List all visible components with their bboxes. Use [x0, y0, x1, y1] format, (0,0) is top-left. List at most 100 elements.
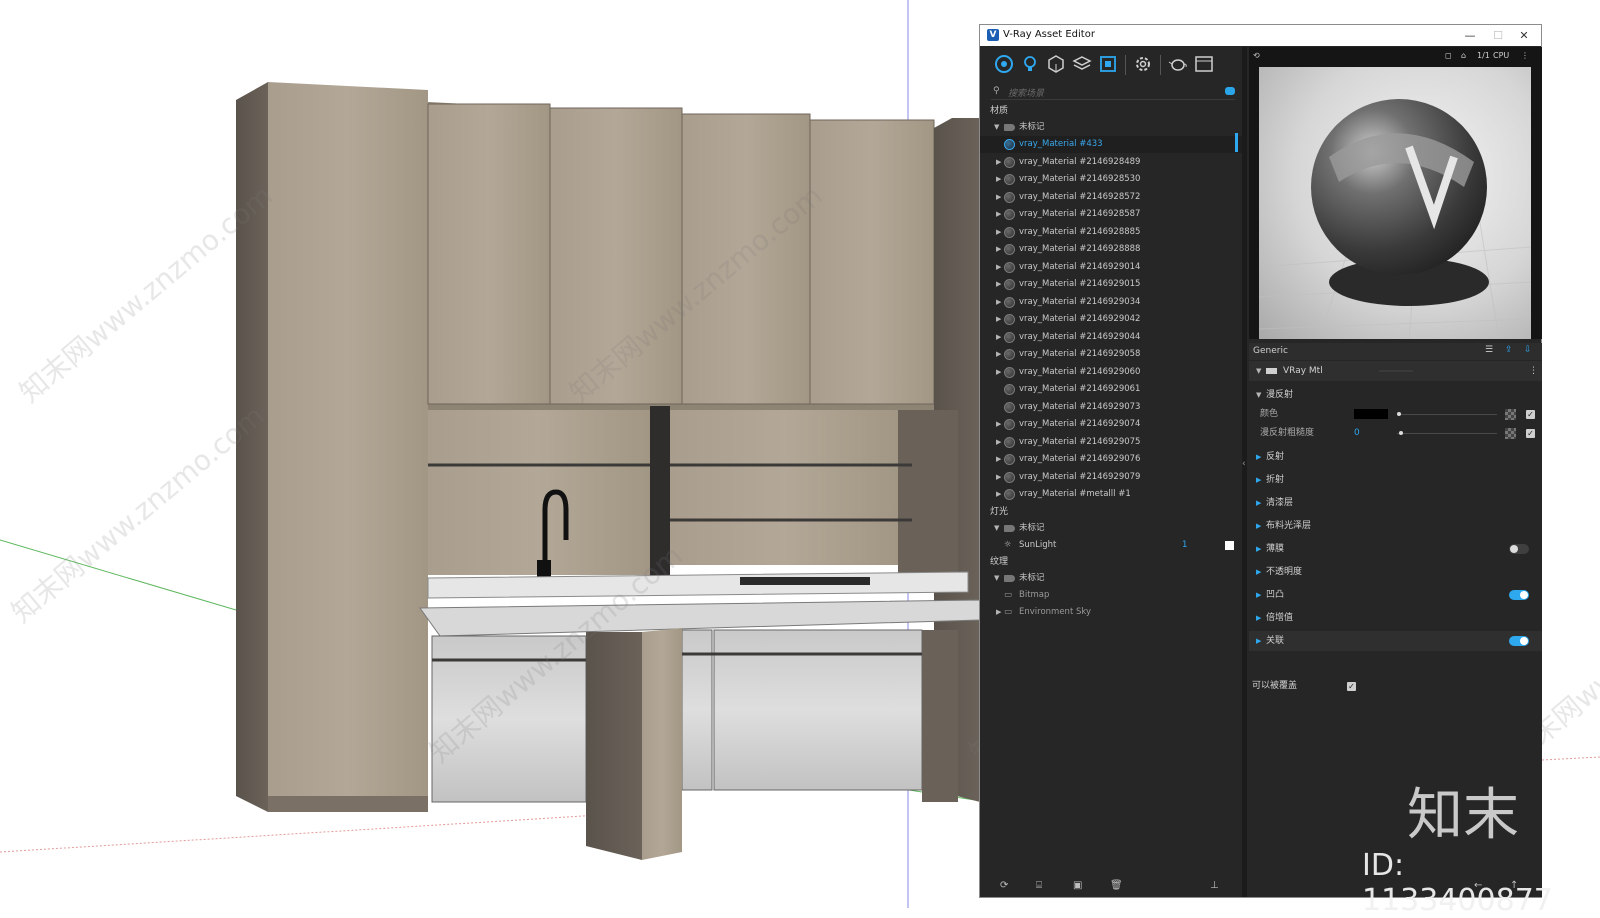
property-section[interactable]: ▶ 倍增值 — [1249, 608, 1542, 628]
color-enable-checkbox[interactable]: ✓ — [1526, 410, 1535, 419]
tree-group[interactable]: ▼ 未标记 — [980, 119, 1242, 136]
material-item[interactable]: ▶ vray_Material #2146928572 — [980, 189, 1242, 206]
texture-slot-icon[interactable] — [1505, 428, 1516, 439]
chevron-right-icon[interactable]: ▶ — [1256, 493, 1261, 513]
chevron-right-icon[interactable]: ▶ — [1256, 447, 1261, 467]
maximize-button[interactable]: ☐ — [1485, 27, 1511, 44]
settings-icon[interactable] — [1131, 52, 1155, 76]
property-section[interactable]: ▶ 不透明度 — [1249, 562, 1542, 582]
chevron-right-icon[interactable]: ▶ — [996, 206, 1001, 223]
chevron-right-icon[interactable]: ▶ — [996, 154, 1001, 171]
material-item[interactable]: ▶ vray_Material #2146929044 — [980, 329, 1242, 346]
chevron-down-icon[interactable]: ▼ — [994, 119, 999, 136]
section-toggle[interactable] — [1509, 544, 1529, 554]
material-item[interactable]: ▶ vray_Material #2146929076 — [980, 451, 1242, 468]
render-elements-icon[interactable] — [1096, 52, 1120, 76]
open-folder-icon[interactable]: ⌸ — [1036, 880, 1042, 891]
tree-group[interactable]: ▼ 未标记 — [980, 570, 1242, 587]
property-section[interactable]: ▶ 薄膜 — [1249, 539, 1542, 559]
roughness-enable-checkbox[interactable]: ✓ — [1526, 429, 1535, 438]
preview-ratio[interactable]: 1/1 — [1477, 51, 1490, 60]
chevron-right-icon[interactable]: ▶ — [996, 329, 1001, 346]
roughness-slider[interactable] — [1397, 433, 1497, 434]
material-item[interactable]: ▶ vray_Material #2146929034 — [980, 294, 1242, 311]
color-slider[interactable] — [1397, 414, 1497, 415]
chevron-right-icon[interactable]: ▶ — [1256, 470, 1261, 490]
chevron-right-icon[interactable]: ▶ — [996, 241, 1001, 258]
preview-stop-icon[interactable]: ◻ — [1445, 51, 1452, 60]
chevron-right-icon[interactable]: ▶ — [1256, 539, 1261, 559]
import-icon[interactable]: ⇪ — [1505, 345, 1513, 355]
chevron-down-icon[interactable]: ▼ — [1256, 361, 1261, 381]
material-item[interactable]: ▶ vray_Material #2146929079 — [980, 469, 1242, 486]
texture-slot-icon[interactable] — [1505, 409, 1516, 420]
chevron-right-icon[interactable]: ▶ — [996, 346, 1001, 363]
chevron-right-icon[interactable]: ▶ — [1256, 562, 1261, 582]
frame-buffer-icon[interactable] — [1192, 52, 1216, 76]
more-options-icon[interactable]: ⋮ — [1529, 361, 1538, 381]
preview-more-icon[interactable]: ⋮ — [1521, 51, 1529, 60]
chevron-right-icon[interactable]: ▶ — [996, 171, 1001, 188]
roughness-slider-knob[interactable] — [1399, 431, 1403, 435]
material-item[interactable]: ▶ vray_Material #2146928530 — [980, 171, 1242, 188]
property-section[interactable]: ▶ 清漆层 — [1249, 493, 1542, 513]
scene-icon[interactable]: ⊥ — [1210, 880, 1219, 891]
material-item[interactable]: ▶ vray_Material #2146928489 — [980, 154, 1242, 171]
collapse-left-icon[interactable]: ‹ — [1242, 459, 1246, 469]
material-item[interactable]: vray_Material #433 — [980, 136, 1242, 153]
material-item[interactable]: ▶ vray_Material #2146929042 — [980, 311, 1242, 328]
overridable-checkbox[interactable]: ✓ — [1347, 682, 1356, 691]
texture-item[interactable]: ▶ ▭ Environment Sky — [980, 604, 1242, 621]
preview-engine[interactable]: CPU — [1493, 51, 1509, 60]
chevron-right-icon[interactable]: ▶ — [996, 486, 1001, 503]
delete-icon[interactable]: 🗑 — [1110, 880, 1123, 891]
property-section[interactable]: ▶ 关联 — [1249, 631, 1542, 651]
material-item[interactable]: vray_Material #2146929073 — [980, 399, 1242, 416]
material-item[interactable]: ▶ vray_Material #metalll #1 — [980, 486, 1242, 503]
material-name-field[interactable] — [1379, 370, 1413, 372]
light-item[interactable]: ☼ SunLight 1 — [980, 537, 1242, 554]
material-item[interactable]: ▶ vray_Material #2146929074 — [980, 416, 1242, 433]
section-toggle[interactable] — [1509, 590, 1529, 600]
preview-scene-icon[interactable]: ⌂ — [1461, 51, 1466, 60]
roughness-value[interactable]: 0 — [1354, 423, 1360, 443]
material-item[interactable]: ▶ vray_Material #2146929015 — [980, 276, 1242, 293]
chevron-right-icon[interactable]: ▶ — [996, 224, 1001, 241]
material-item[interactable]: ▶ vray_Material #2146929060 — [980, 364, 1242, 381]
chevron-right-icon[interactable]: ▶ — [1256, 608, 1261, 628]
diffuse-section[interactable]: ▼ 漫反射 — [1249, 385, 1542, 405]
chevron-right-icon[interactable]: ▶ — [996, 364, 1001, 381]
chevron-down-icon[interactable]: ▼ — [994, 520, 999, 537]
chevron-right-icon[interactable]: ▶ — [996, 294, 1001, 311]
lights-icon[interactable] — [1018, 52, 1042, 76]
geometry-icon[interactable] — [1044, 52, 1068, 76]
material-item[interactable]: ▶ vray_Material #2146928587 — [980, 206, 1242, 223]
material-item[interactable]: vray_Material #2146929061 — [980, 381, 1242, 398]
sliders-icon[interactable]: ☰ — [1485, 345, 1493, 355]
vray-asset-editor-window[interactable]: V V-Ray Asset Editor — ☐ ✕ ⚲ 搜索场景 材质 ▼ 未… — [979, 24, 1542, 898]
export-icon[interactable]: ⇩ — [1524, 345, 1532, 355]
minimize-button[interactable]: — — [1457, 27, 1483, 44]
chevron-right-icon[interactable]: ▶ — [1256, 631, 1261, 651]
material-item[interactable]: ▶ vray_Material #2146929075 — [980, 434, 1242, 451]
chevron-right-icon[interactable]: ▶ — [996, 604, 1001, 621]
chevron-right-icon[interactable]: ▶ — [996, 416, 1001, 433]
chevron-right-icon[interactable]: ▶ — [996, 469, 1001, 486]
title-bar[interactable]: V V-Ray Asset Editor — ☐ ✕ — [980, 25, 1541, 46]
property-section[interactable]: ▶ 反射 — [1249, 447, 1542, 467]
property-section[interactable]: ▶ 折射 — [1249, 470, 1542, 490]
textures-icon[interactable] — [1070, 52, 1094, 76]
property-section[interactable]: ▶ 布料光泽层 — [1249, 516, 1542, 536]
material-type-row[interactable]: ▼ VRay Mtl ⋮ — [1249, 361, 1542, 381]
tree-group[interactable]: ▼ 未标记 — [980, 520, 1242, 537]
material-item[interactable]: ▶ vray_Material #2146929014 — [980, 259, 1242, 276]
save-icon[interactable]: ▣ — [1073, 880, 1082, 891]
chevron-right-icon[interactable]: ▶ — [996, 311, 1001, 328]
chevron-down-icon[interactable]: ▼ — [1256, 385, 1261, 405]
chevron-right-icon[interactable]: ▶ — [996, 451, 1001, 468]
chevron-right-icon[interactable]: ▶ — [996, 189, 1001, 206]
diffuse-color-swatch[interactable] — [1354, 409, 1388, 419]
close-button[interactable]: ✕ — [1511, 27, 1537, 44]
chevron-right-icon[interactable]: ▶ — [996, 434, 1001, 451]
chevron-right-icon[interactable]: ▶ — [996, 259, 1001, 276]
